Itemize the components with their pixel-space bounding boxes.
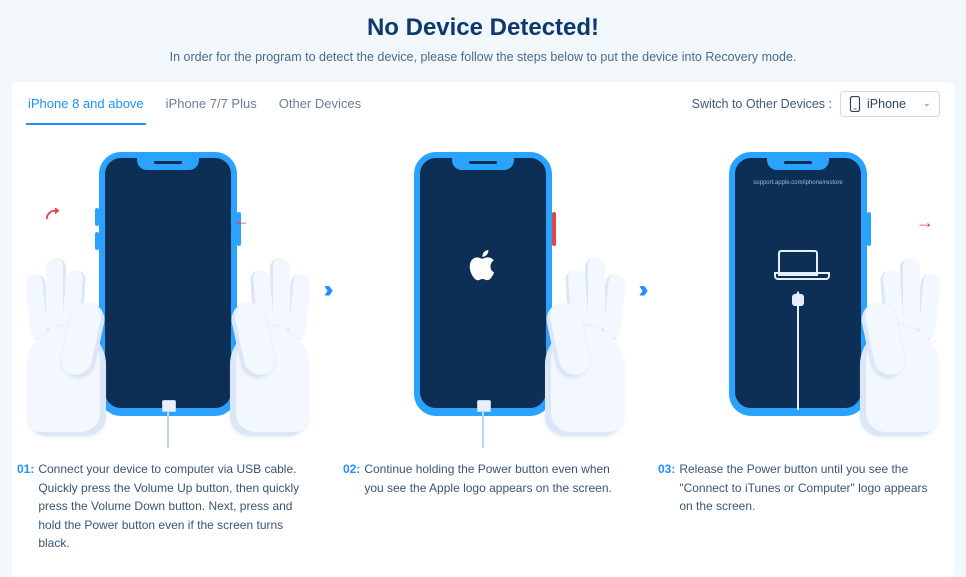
step-3-text: 03: Release the Power button until you s… (658, 460, 938, 516)
device-select[interactable]: iPhone ⌄ (840, 91, 940, 117)
double-chevron-icon: ›› (324, 276, 328, 304)
phone-illustration (414, 152, 552, 414)
tab-other-devices[interactable]: Other Devices (277, 82, 363, 125)
phone-illustration (99, 152, 237, 414)
step-1: ← 01: Connect your device to computer vi… (38, 150, 298, 553)
step-3-desc: Release the Power button until you see t… (679, 460, 938, 516)
page-title: No Device Detected! (0, 14, 966, 42)
cable-icon (797, 306, 799, 410)
device-tabs: iPhone 8 and above iPhone 7/7 Plus Other… (26, 82, 363, 125)
tab-iphone-7[interactable]: iPhone 7/7 Plus (164, 82, 259, 125)
instruction-card: iPhone 8 and above iPhone 7/7 Plus Other… (12, 82, 954, 577)
switch-label: Switch to Other Devices : (692, 97, 832, 111)
phone-icon (849, 96, 861, 112)
laptop-icon (778, 250, 818, 276)
step-3-illustration: support.apple.com/iphone/restore ▲ → (668, 150, 928, 430)
rotate-arrow-icon (44, 208, 66, 235)
chevron-down-icon: ⌄ (923, 98, 931, 109)
page-subtitle: In order for the program to detect the d… (0, 50, 966, 64)
release-right-arrow-icon: → (916, 212, 934, 233)
step-2-number: 02: (343, 460, 360, 497)
phone-illustration: support.apple.com/iphone/restore ▲ (729, 152, 867, 414)
recovery-url-text: support.apple.com/iphone/restore (753, 180, 842, 186)
tab-iphone-8-above[interactable]: iPhone 8 and above (26, 82, 146, 125)
device-select-value: iPhone (867, 97, 906, 111)
step-1-illustration: ← (38, 150, 298, 430)
topbar: iPhone 8 and above iPhone 7/7 Plus Other… (12, 82, 954, 126)
step-2: 02: Continue holding the Power button ev… (353, 150, 613, 497)
arrow-between-1: ›› (324, 150, 328, 430)
step-2-illustration (353, 150, 613, 430)
step-2-desc: Continue holding the Power button even w… (364, 460, 623, 497)
header: No Device Detected! In order for the pro… (0, 0, 966, 72)
step-3-number: 03: (658, 460, 675, 516)
double-chevron-icon: ›› (638, 276, 642, 304)
arrow-between-2: ›› (638, 150, 642, 430)
step-1-number: 01: (17, 460, 34, 553)
step-2-text: 02: Continue holding the Power button ev… (343, 460, 623, 497)
step-1-text: 01: Connect your device to computer via … (17, 460, 307, 553)
step-3: support.apple.com/iphone/restore ▲ → 03:… (668, 150, 928, 516)
press-left-arrow-icon: ← (232, 210, 250, 231)
apple-logo-icon (469, 250, 497, 287)
steps-row: ← 01: Connect your device to computer vi… (12, 126, 954, 557)
step-1-desc: Connect your device to computer via USB … (38, 460, 307, 553)
